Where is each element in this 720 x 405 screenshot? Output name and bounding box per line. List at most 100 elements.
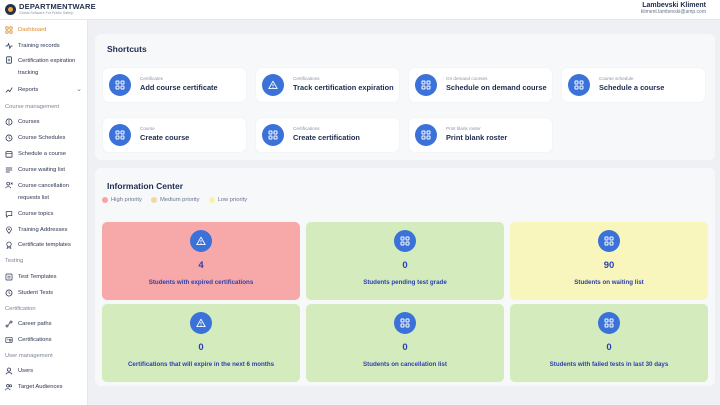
info-card-label: Certifications that will expire in the n…	[127, 361, 275, 368]
section-certification: Certification	[5, 306, 36, 312]
sidebar-item-certification-expiration[interactable]: Certification expiration tracking	[0, 55, 87, 79]
shortcut-create-course[interactable]: Course Create course	[103, 118, 246, 152]
sidebar-item-target-audiences[interactable]: Target Audiences	[0, 382, 87, 392]
info-card-value: 4	[198, 260, 204, 271]
section-user-management: User management	[5, 353, 53, 359]
sidebar-item-label: Courses	[18, 119, 40, 125]
user-icon	[4, 366, 14, 376]
grid-icon	[568, 74, 590, 96]
shortcut-print-blank-roster[interactable]: Print blank roster Print blank roster	[409, 118, 552, 152]
info-card-value: 0	[198, 342, 204, 353]
clock-icon	[4, 288, 14, 298]
section-course-management: Course management	[5, 104, 60, 110]
section-testing: Testing	[5, 258, 24, 264]
sidebar: Dashboard Training records Certification…	[0, 20, 88, 405]
shortcut-schedule-on-demand-course[interactable]: On demand courses Schedule on demand cou…	[409, 68, 552, 102]
legend-low-priority: Low priority	[208, 197, 248, 203]
sidebar-item-training-records[interactable]: Training records	[0, 41, 87, 51]
shortcut-title: Schedule on demand course	[446, 83, 547, 92]
info-card-expiring-certifications[interactable]: 0 Certifications that will expire in the…	[102, 304, 300, 382]
shortcut-category: Course	[140, 126, 155, 131]
info-card-value: 0	[402, 260, 408, 271]
sidebar-item-label: Course Schedules	[18, 135, 66, 141]
logo-name: DEPARTMENTWARE	[19, 2, 96, 11]
info-card-cancellation-list[interactable]: 0 Students on cancellation list	[306, 304, 504, 382]
shortcut-track-certification-expiration[interactable]: Certifications Track certification expir…	[256, 68, 399, 102]
cancel-user-icon	[4, 180, 14, 190]
template-icon	[4, 272, 14, 282]
logo-tagline: Global Software For Public Safety	[19, 10, 73, 15]
legend-label: High priority	[111, 197, 142, 203]
information-center-title: Information Center	[107, 181, 184, 191]
app-logo[interactable]: DEPARTMENTWARE Global Software For Publi…	[5, 3, 96, 15]
user-menu[interactable]: Lambevski Kliment kliment.lambevski@amp.…	[641, 2, 706, 15]
info-card-value: 0	[606, 342, 612, 353]
sidebar-item-test-templates[interactable]: Test Templates	[0, 272, 87, 282]
info-card-pending-test-grade[interactable]: 0 Students pending test grade	[306, 222, 504, 300]
sidebar-item-courses[interactable]: Courses	[0, 117, 87, 127]
sidebar-item-label: Course waiting list	[18, 167, 66, 173]
grid-icon	[394, 312, 416, 334]
legend-label: Medium priority	[159, 197, 200, 203]
sidebar-item-cancellation-requests[interactable]: Course cancellation requests list	[0, 180, 87, 204]
shortcut-add-course-certificate[interactable]: Certificates Add course certificate	[103, 68, 246, 102]
sidebar-item-label: Dashboard	[18, 27, 47, 33]
info-card-waiting-list[interactable]: 90 Students on waiting list	[510, 222, 708, 300]
sidebar-item-certifications[interactable]: Certifications	[0, 335, 87, 345]
grid-icon	[4, 25, 14, 35]
sidebar-item-schedule-course[interactable]: Schedule a course	[0, 149, 87, 159]
info-card-value: 90	[603, 260, 615, 271]
shortcuts-title: Shortcuts	[107, 44, 147, 54]
legend-medium-priority: Medium priority	[150, 197, 200, 203]
sidebar-item-course-waiting-list[interactable]: Course waiting list	[0, 165, 87, 175]
sidebar-item-dashboard[interactable]: Dashboard	[0, 25, 87, 35]
sidebar-item-label: Certifications	[18, 337, 52, 343]
sidebar-item-reports[interactable]: Reports ⌄	[0, 85, 87, 95]
priority-legend: High priority Medium priority Low priori…	[102, 197, 247, 203]
sidebar-item-label: Schedule a course	[18, 151, 67, 157]
location-icon	[4, 225, 14, 235]
grid-icon	[109, 124, 131, 146]
sidebar-item-label: Course cancellation requests list	[18, 183, 69, 201]
chevron-down-icon[interactable]: ⌄	[76, 85, 82, 95]
sidebar-item-student-tests[interactable]: Student Tests	[0, 288, 87, 298]
certificate-icon	[4, 335, 14, 345]
legend-dot	[102, 197, 108, 203]
sidebar-item-career-paths[interactable]: Career paths	[0, 319, 87, 329]
sidebar-item-certificate-templates[interactable]: Certificate templates	[0, 240, 87, 250]
legend-dot	[150, 197, 157, 203]
info-card-label: Students on cancellation list	[363, 361, 447, 368]
top-bar: DEPARTMENTWARE Global Software For Publi…	[0, 0, 720, 20]
sidebar-item-users[interactable]: Users	[0, 366, 87, 376]
calendar-icon	[4, 149, 14, 159]
book-icon	[4, 117, 14, 127]
info-card-expired-certifications[interactable]: 4 Students with expired certifications	[102, 222, 300, 300]
shortcut-category: On demand courses	[446, 76, 488, 81]
activity-icon	[4, 41, 14, 51]
legend-label: Low priority	[217, 197, 248, 203]
sidebar-item-course-schedules[interactable]: Course Schedules	[0, 133, 87, 143]
sidebar-item-label: Training records	[18, 43, 60, 49]
sidebar-item-label: Certification expiration tracking	[18, 58, 76, 76]
sidebar-item-training-addresses[interactable]: Training Addresses	[0, 225, 87, 235]
shortcut-create-certification[interactable]: Certifications Create certification	[256, 118, 399, 152]
shortcut-category: Certifications	[293, 76, 320, 81]
warning-icon	[262, 74, 284, 96]
shortcut-title: Print blank roster	[446, 133, 508, 142]
shortcut-category: Certificates	[140, 76, 163, 81]
chart-icon	[4, 85, 14, 95]
legend-high-priority: High priority	[102, 197, 142, 203]
grid-icon	[598, 230, 620, 252]
user-email: kliment.lambevski@amp.com	[640, 8, 706, 15]
shortcut-schedule-a-course[interactable]: Course schedule Schedule a course	[562, 68, 705, 102]
grid-icon	[415, 124, 437, 146]
sidebar-item-label: Test Templates	[18, 274, 57, 280]
info-card-failed-tests[interactable]: 0 Students with failed tests in last 30 …	[510, 304, 708, 382]
shortcut-title: Add course certificate	[140, 83, 218, 92]
shortcut-category: Print blank roster	[446, 126, 481, 131]
info-card-label: Students with failed tests in last 30 da…	[549, 361, 669, 368]
warning-icon	[190, 312, 212, 334]
path-icon	[4, 319, 14, 329]
sidebar-item-course-topics[interactable]: Course topics	[0, 209, 87, 219]
sidebar-item-label: Student Tests	[18, 290, 54, 296]
